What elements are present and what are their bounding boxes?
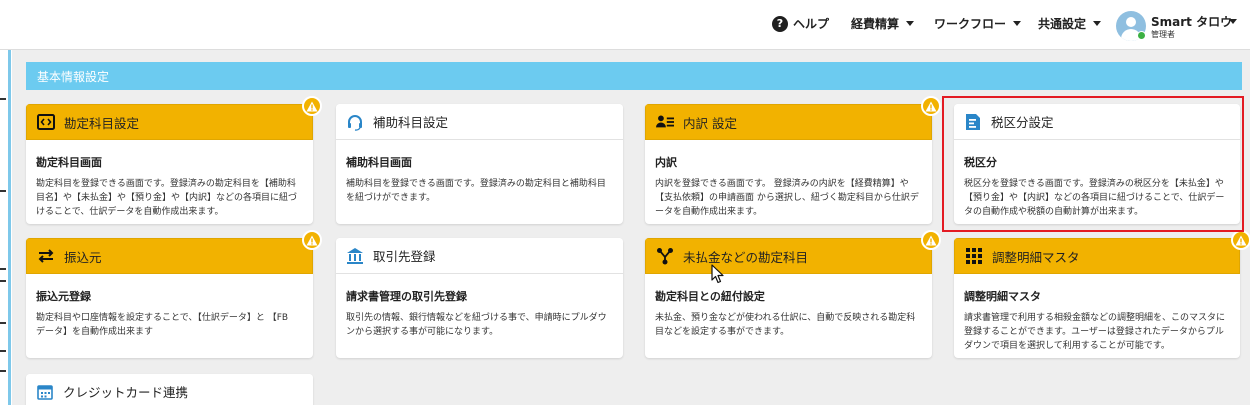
card-title: 補助科目設定 (373, 115, 449, 130)
warning-icon (921, 230, 941, 250)
card-header: 勘定科目設定 (26, 104, 313, 140)
card-subtitle: 調整明細マスタ (964, 290, 1041, 303)
card-header: 未払金などの勘定科目 (645, 238, 932, 274)
warning-icon (302, 230, 322, 250)
card-title: 未払金などの勘定科目 (683, 249, 809, 265)
card-breakdown-settings[interactable]: 内訳 設定 内訳 内訳を登録できる画面です。 登録済みの内訳を【経費精算】や 【支… (645, 104, 932, 224)
user-name[interactable]: Smart タロウ (1151, 13, 1232, 30)
card-description: 勘定科目を登録できる画面です。登録済みの勘定科目を【補助科 目名】や【未払金】や【… (36, 179, 298, 217)
card-tax-category-settings[interactable]: 税区分設定 税区分 税区分を登録できる画面です。登録済みの税区分を【未払金】や【… (954, 104, 1240, 224)
card-title: クレジットカード連携 (63, 385, 189, 400)
card-header: 補助科目設定 (336, 104, 623, 140)
card-header: 調整明細マスタ (954, 238, 1240, 274)
card-title: 内訳 設定 (683, 115, 737, 131)
card-description: 内訳を登録できる画面です。 登録済みの内訳を【経費精算】や 【支払依頼】の申請画面… (655, 179, 919, 217)
card-header: 取引先登録 (336, 238, 623, 274)
transfer-arrows-icon (37, 247, 55, 265)
card-description: 請求書管理で利用する相殺金額などの調整明細を、このマスタに 登録することができます… (964, 313, 1226, 351)
user-role: 管理者 (1151, 30, 1175, 39)
code-icon (37, 113, 55, 131)
card-description: 未払金、預り金などが使われる仕訳に、自動で反映される勘定科 目などを設定する事がで… (655, 313, 916, 337)
network-icon (656, 247, 674, 265)
card-credit-card-integration[interactable]: クレジットカード連携 (26, 374, 313, 405)
card-header: 内訳 設定 (645, 104, 932, 140)
card-header: 振込元 (26, 238, 313, 274)
caret-down-icon (906, 21, 915, 26)
card-subtitle: 補助科目画面 (346, 156, 412, 169)
online-status-icon (1137, 31, 1146, 40)
card-subtitle: 請求書管理の取引先登録 (346, 290, 467, 303)
warning-icon (302, 96, 322, 116)
menu-workflow[interactable]: ワークフロー (934, 15, 1022, 32)
card-vendor-registration[interactable]: 取引先登録 請求書管理の取引先登録 取引先の情報、銀行情報などを紐づける事で、申… (336, 238, 623, 358)
menu-expense[interactable]: 経費精算 (851, 15, 915, 32)
menu-workflow-label: ワークフロー (934, 17, 1007, 31)
card-subtitle: 税区分 (964, 156, 997, 169)
card-title: 勘定科目設定 (64, 115, 140, 131)
card-subtitle: 勘定科目との紐付設定 (655, 290, 765, 303)
card-account-settings[interactable]: 勘定科目設定 勘定科目画面 勘定科目を登録できる画面です。登録済みの勘定科目を【… (26, 104, 313, 224)
help-label: ヘルプ (793, 17, 830, 31)
card-description: 補助科目を登録できる画面です。登録済みの勘定科目と補助科目 を紐づけができます。 (346, 179, 606, 203)
card-subtitle: 振込元登録 (36, 290, 91, 303)
document-icon (964, 113, 982, 131)
warning-icon (1231, 230, 1250, 250)
card-description: 勘定科目や口座情報を設定することで、【仕訳データ】と 【FB データ】を自動作成出… (36, 313, 289, 337)
warning-icon (921, 96, 941, 116)
card-sub-account-settings[interactable]: 補助科目設定 補助科目画面 補助科目を登録できる画面です。登録済みの勘定科目と補… (336, 104, 623, 224)
help-link[interactable]: ? ヘルプ (772, 15, 829, 32)
menu-common-settings-label: 共通設定 (1038, 17, 1087, 31)
caret-down-icon (1093, 21, 1102, 26)
menu-common-settings[interactable]: 共通設定 (1038, 15, 1102, 32)
calendar-icon (36, 383, 54, 401)
card-transfer-source[interactable]: 振込元 振込元登録 勘定科目や口座情報を設定することで、【仕訳データ】と 【FB… (26, 238, 313, 358)
user-list-icon (656, 113, 674, 131)
bank-icon (346, 247, 364, 265)
card-description: 取引先の情報、銀行情報などを紐づける事で、申請時にプルダウ ンから選択する事が可能… (346, 313, 607, 337)
mouse-cursor-icon (711, 264, 725, 288)
card-subtitle: 勘定科目画面 (36, 156, 102, 169)
menu-expense-label: 経費精算 (851, 17, 900, 31)
card-description: 税区分を登録できる画面です。登録済みの税区分を【未払金】や 【預り金】や【内訳】な… (964, 179, 1225, 217)
card-title: 調整明細マスタ (992, 249, 1080, 265)
card-subtitle: 内訳 (655, 156, 677, 169)
top-navigation-bar: ? ヘルプ 経費精算 ワークフロー 共通設定 Smart タロウ 管理者 (0, 0, 1250, 50)
caret-down-icon (1013, 21, 1022, 26)
help-icon: ? (772, 15, 788, 32)
card-payable-accounts[interactable]: 未払金などの勘定科目 勘定科目との紐付設定 未払金、預り金などが使われる仕訳に、… (645, 238, 932, 358)
card-title: 税区分設定 (991, 115, 1054, 130)
left-sidebar-edge (0, 50, 12, 405)
headset-icon (346, 113, 364, 131)
section-title: 基本情報設定 (26, 62, 1242, 90)
grid-icon (965, 247, 983, 265)
user-menu-caret-icon[interactable] (1229, 19, 1237, 24)
card-header: 税区分設定 (954, 104, 1240, 140)
card-title: 取引先登録 (373, 249, 436, 264)
card-header: クレジットカード連携 (26, 374, 313, 405)
card-title: 振込元 (64, 249, 102, 265)
card-adjustment-master[interactable]: 調整明細マスタ 調整明細マスタ 請求書管理で利用する相殺金額などの調整明細を、こ… (954, 238, 1240, 358)
